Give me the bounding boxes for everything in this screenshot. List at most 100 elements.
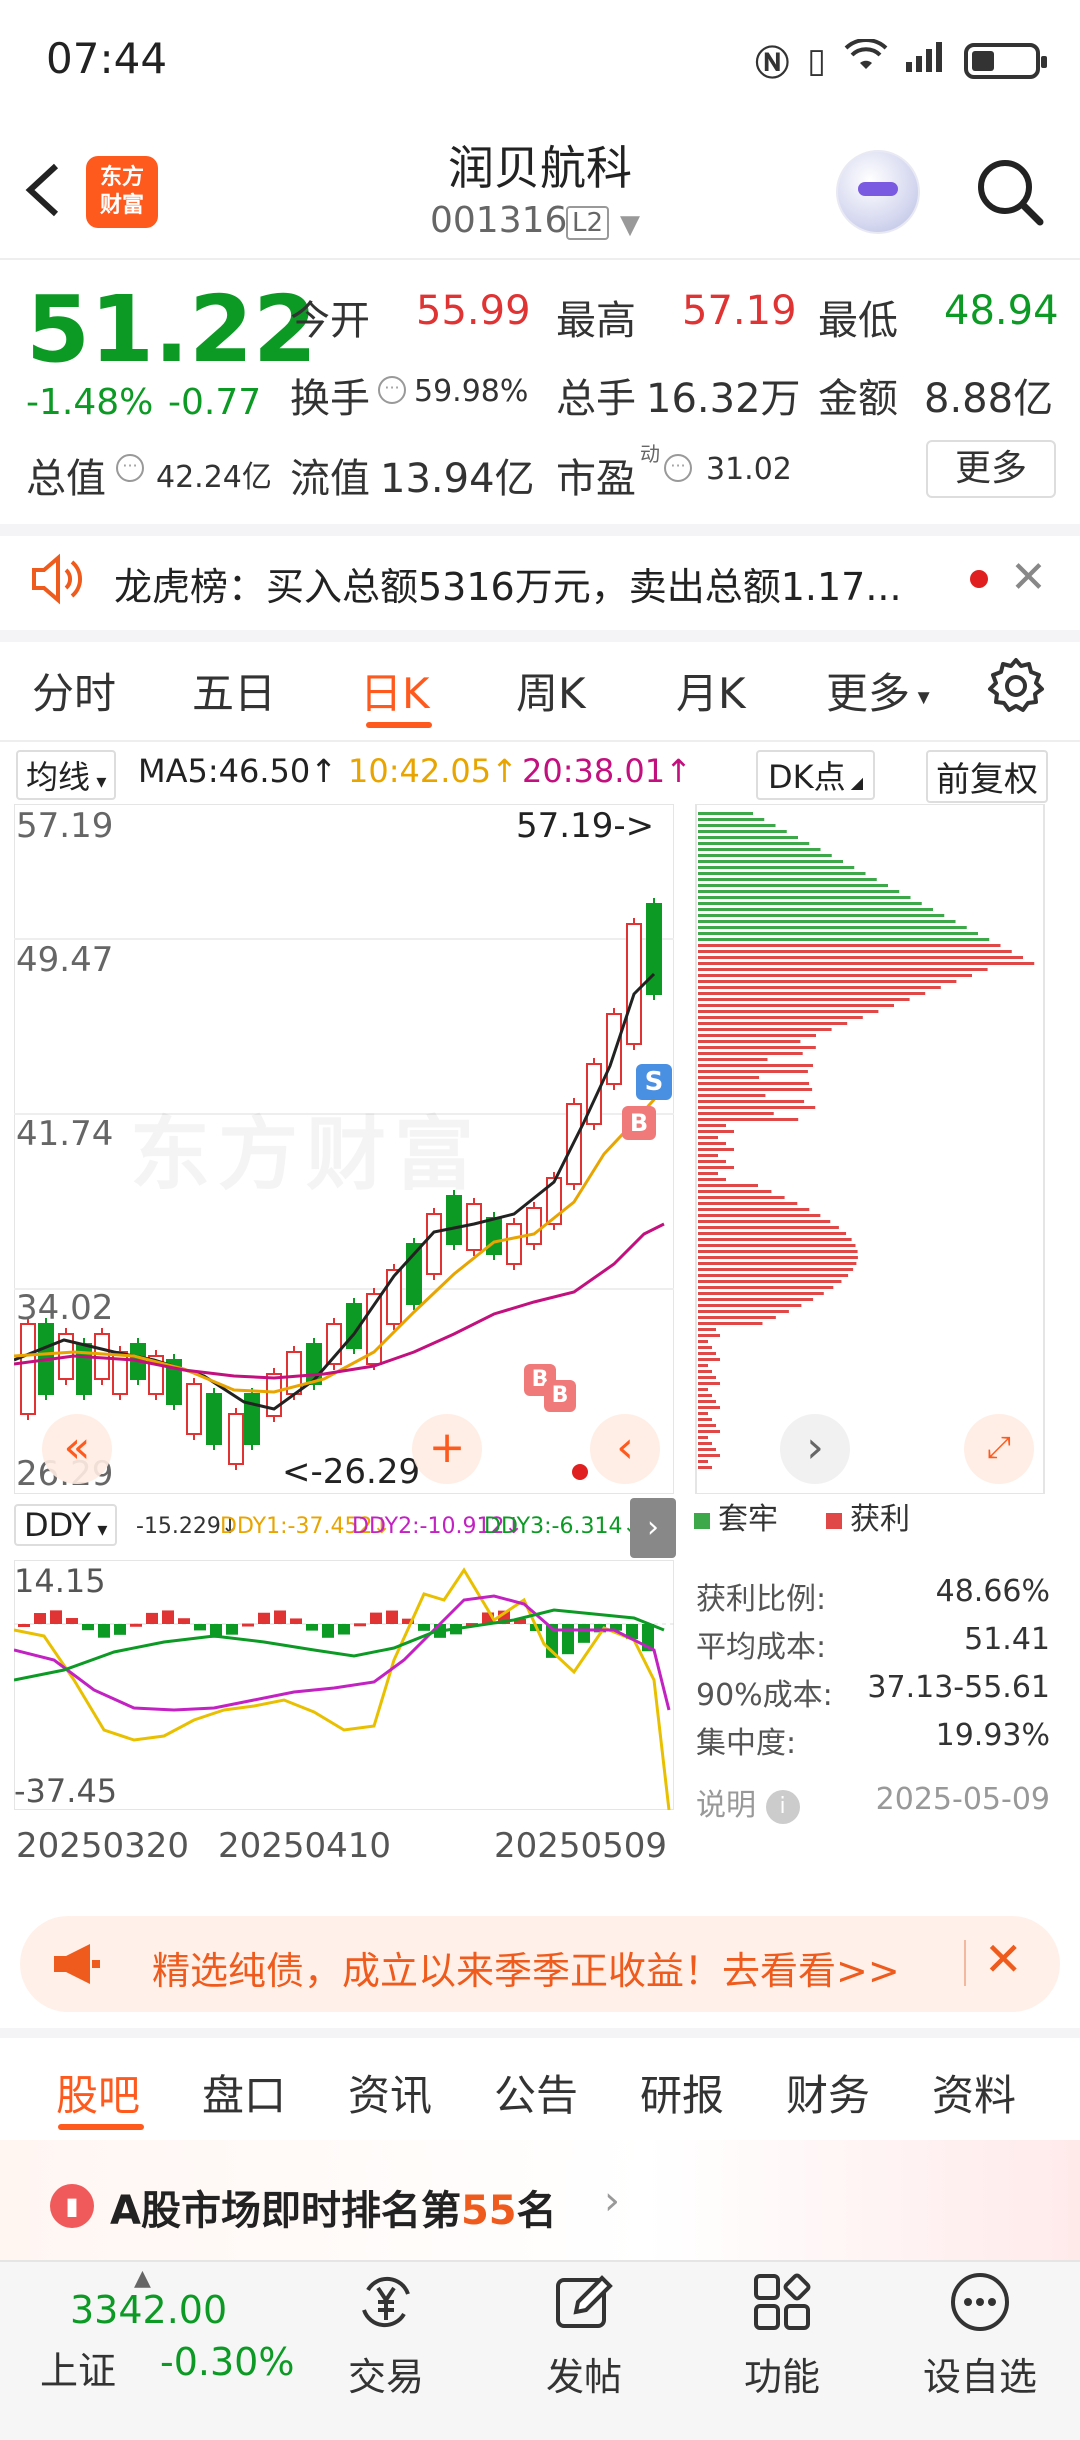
tab-financials[interactable]: 财务 <box>786 2062 870 2123</box>
promo-text[interactable]: 精选纯债，成立以来季季正收益！去看看>> <box>152 1940 900 1995</box>
app-logo[interactable]: 东方 财富 <box>86 156 158 228</box>
index-change[interactable]: -0.30% <box>160 2340 294 2384</box>
tab-profile[interactable]: 资料 <box>932 2062 1016 2123</box>
cost-bar <box>698 1004 894 1007</box>
scroll-left-icon[interactable]: « <box>42 1414 112 1484</box>
tab-announcements[interactable]: 公告 <box>494 2062 578 2123</box>
cost-bar <box>698 1094 766 1097</box>
expand-icon[interactable]: ⤢ <box>964 1414 1034 1484</box>
tab-daily-k[interactable]: 日K <box>360 660 430 721</box>
trade-icon <box>354 2270 418 2334</box>
pe-value: 31.02 <box>706 452 792 487</box>
nav-add-watchlist[interactable]: 设自选 <box>910 2270 1050 2401</box>
index-value[interactable]: 3342.00 <box>70 2288 227 2332</box>
buy-signal-badge[interactable]: B <box>544 1380 576 1412</box>
candle <box>426 1213 442 1275</box>
nav-trade[interactable]: 交易 <box>316 2270 456 2401</box>
cost-bar <box>698 1178 726 1181</box>
candle <box>228 1413 244 1465</box>
y-label: 41.74 <box>16 1114 114 1154</box>
tab-news[interactable]: 资讯 <box>348 2062 432 2123</box>
search-icon[interactable] <box>974 156 1046 228</box>
dk-point-button[interactable]: DK点 ◢ <box>756 750 876 800</box>
cost-bar <box>698 1202 798 1205</box>
cost-bar <box>698 1316 776 1319</box>
amount-value: 8.88亿 <box>924 376 1054 422</box>
level2-badge[interactable]: L2 <box>566 206 610 240</box>
cost-bar <box>698 950 1012 953</box>
cost-bar <box>698 962 1035 965</box>
info-dots-icon[interactable]: ··· <box>378 376 406 404</box>
cost-bar <box>698 1070 808 1073</box>
rank-text[interactable]: A股市场即时排名第55名 <box>110 2178 557 2236</box>
ddy-bar <box>194 1624 206 1631</box>
tab-more-label: 更多 <box>826 669 911 718</box>
open-value: 55.99 <box>416 288 531 334</box>
volume-label: 总手 <box>556 376 636 422</box>
date-label: 20250509 <box>494 1826 668 1866</box>
cost-bar <box>698 890 900 893</box>
buy-signal-badge[interactable]: B <box>622 1106 656 1140</box>
legend-profit: 获利 <box>826 1494 910 1538</box>
ddy-y-top: 14.15 <box>14 1562 106 1600</box>
gear-icon[interactable] <box>986 656 1046 716</box>
index-name[interactable]: 上证 <box>40 2340 116 2395</box>
edit-icon <box>552 2270 616 2334</box>
zoom-in-icon[interactable]: + <box>412 1414 482 1484</box>
cost-bar <box>698 854 832 857</box>
ddy-bar <box>18 1624 30 1627</box>
cost-bar <box>698 842 810 845</box>
rank-prefix: A股市场即时排名第 <box>110 2188 461 2234</box>
adjust-mode-button[interactable]: 前复权 <box>926 750 1048 803</box>
back-button[interactable] <box>22 160 82 220</box>
sell-signal-badge[interactable]: S <box>636 1064 672 1100</box>
ranking-icon: ▮ <box>50 2184 94 2228</box>
cost-bar <box>698 1010 879 1013</box>
ddy-bar <box>370 1612 382 1624</box>
more-stats-button[interactable]: 更多 <box>926 440 1056 498</box>
info-dots-icon[interactable]: ··· <box>116 454 144 482</box>
tab-research[interactable]: 研报 <box>640 2062 724 2123</box>
cost-bar <box>698 1346 712 1349</box>
cost-bar <box>698 1358 720 1361</box>
market-cap-label: 总值 <box>26 456 106 502</box>
explain-link[interactable]: 说明 i <box>696 1780 800 1824</box>
tab-forum[interactable]: 股吧 <box>56 2062 140 2123</box>
legend-trapped-swatch <box>694 1512 710 1529</box>
cost-bar <box>698 1046 816 1049</box>
expand-right-icon[interactable]: › <box>630 1498 676 1558</box>
info-dots-icon[interactable]: ··· <box>664 454 692 482</box>
tab-order-book[interactable]: 盘口 <box>202 2062 286 2123</box>
cost-distribution-chart[interactable] <box>690 804 1050 1494</box>
dragon-tiger-text[interactable]: 龙虎榜：买入总额5316万元，卖出总额1.17... <box>114 556 934 611</box>
sub-indicator-select[interactable]: DDY ▾ <box>14 1504 118 1546</box>
tab-intraday[interactable]: 分时 <box>32 660 116 721</box>
legend-profit-label: 获利 <box>850 1502 910 1537</box>
cost-bar <box>698 1040 801 1043</box>
cost-bar <box>698 830 787 833</box>
stock-dropdown-icon[interactable]: ▼ <box>620 210 640 240</box>
step-right-icon[interactable]: › <box>780 1414 850 1484</box>
cost-bar <box>698 974 972 977</box>
close-icon[interactable]: ✕ <box>984 1932 1023 1986</box>
tab-weekly-k[interactable]: 周K <box>516 660 586 721</box>
tab-monthly-k[interactable]: 月K <box>676 660 746 721</box>
ddy-bar <box>274 1610 286 1624</box>
dk-point-label: DK点 <box>768 758 846 796</box>
divider <box>0 630 1080 642</box>
nav-functions[interactable]: 功能 <box>712 2270 852 2401</box>
ddy-bar <box>322 1624 334 1638</box>
tab-five-day[interactable]: 五日 <box>192 660 276 721</box>
nav-post[interactable]: 发帖 <box>514 2270 654 2401</box>
cost-bar <box>698 1292 824 1295</box>
cost-bar <box>698 1286 834 1289</box>
caret-down-icon: ▾ <box>90 769 107 793</box>
max-price-marker: 57.19-> <box>516 806 655 846</box>
cost-bar <box>698 1238 852 1241</box>
step-left-icon[interactable]: ‹ <box>590 1414 660 1484</box>
indicator-select[interactable]: 均线 ▾ <box>16 750 117 800</box>
tab-more[interactable]: 更多 ▾ <box>826 660 930 721</box>
close-icon[interactable]: ✕ <box>1010 552 1047 603</box>
caret-down-icon: ▾ <box>91 1517 108 1541</box>
cost-bar <box>698 1154 718 1157</box>
